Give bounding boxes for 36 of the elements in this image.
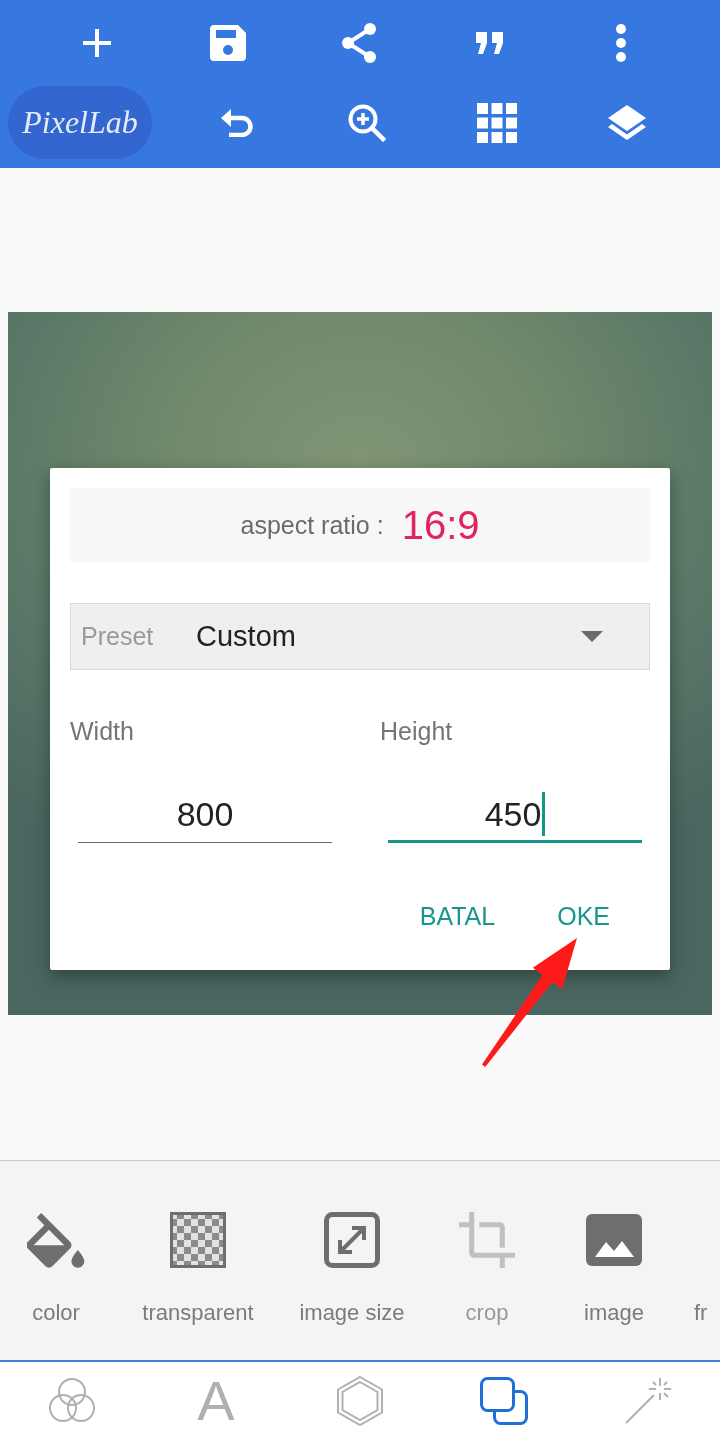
- tool-button[interactable]: image size: [284, 1212, 420, 1327]
- tool-button[interactable]: image: [554, 1212, 674, 1327]
- caret-icon: [581, 631, 603, 642]
- dialog-button[interactable]: OKE: [541, 892, 626, 940]
- grid-icon[interactable]: [477, 102, 517, 143]
- crop-icon: [459, 1212, 515, 1268]
- save-icon[interactable]: [209, 24, 246, 61]
- overlapping-circles-icon: [47, 1377, 97, 1425]
- resize-icon: [324, 1212, 380, 1268]
- aspect-ratio-label: aspect ratio :: [240, 510, 384, 540]
- number-field[interactable]: 800: [78, 785, 332, 843]
- share-icon[interactable]: [340, 22, 377, 63]
- app-logo: PixelLab: [8, 86, 152, 159]
- field-label: Height: [380, 716, 454, 746]
- text-cursor: [542, 792, 546, 836]
- quote-icon[interactable]: [476, 31, 503, 54]
- zoom-in-icon[interactable]: [348, 103, 386, 142]
- aspect-ratio-value: 16:9: [401, 502, 480, 548]
- tool-button[interactable]: transparent: [112, 1212, 284, 1327]
- number-field[interactable]: 450: [388, 785, 642, 843]
- more-options-icon[interactable]: [615, 23, 626, 62]
- layers-icon[interactable]: [608, 104, 646, 141]
- tool-button[interactable]: color: [0, 1212, 112, 1327]
- nav-tab[interactable]: A: [144, 1362, 288, 1440]
- magic-wand-icon: [624, 1377, 672, 1425]
- plus-icon[interactable]: [82, 28, 111, 57]
- hexagon-icon: [337, 1376, 383, 1426]
- overlapping-squares-icon: [480, 1377, 528, 1425]
- paint-bucket-icon: [27, 1212, 85, 1268]
- dialog-button[interactable]: BATAL: [403, 892, 512, 940]
- field-label: Width: [70, 716, 135, 746]
- checkerboard-icon: [170, 1212, 226, 1268]
- undo-icon[interactable]: [221, 108, 253, 137]
- tool-button[interactable]: fr: [674, 1212, 708, 1327]
- preset-dropdown[interactable]: Preset Custom: [70, 603, 650, 670]
- picture-icon: [586, 1214, 642, 1266]
